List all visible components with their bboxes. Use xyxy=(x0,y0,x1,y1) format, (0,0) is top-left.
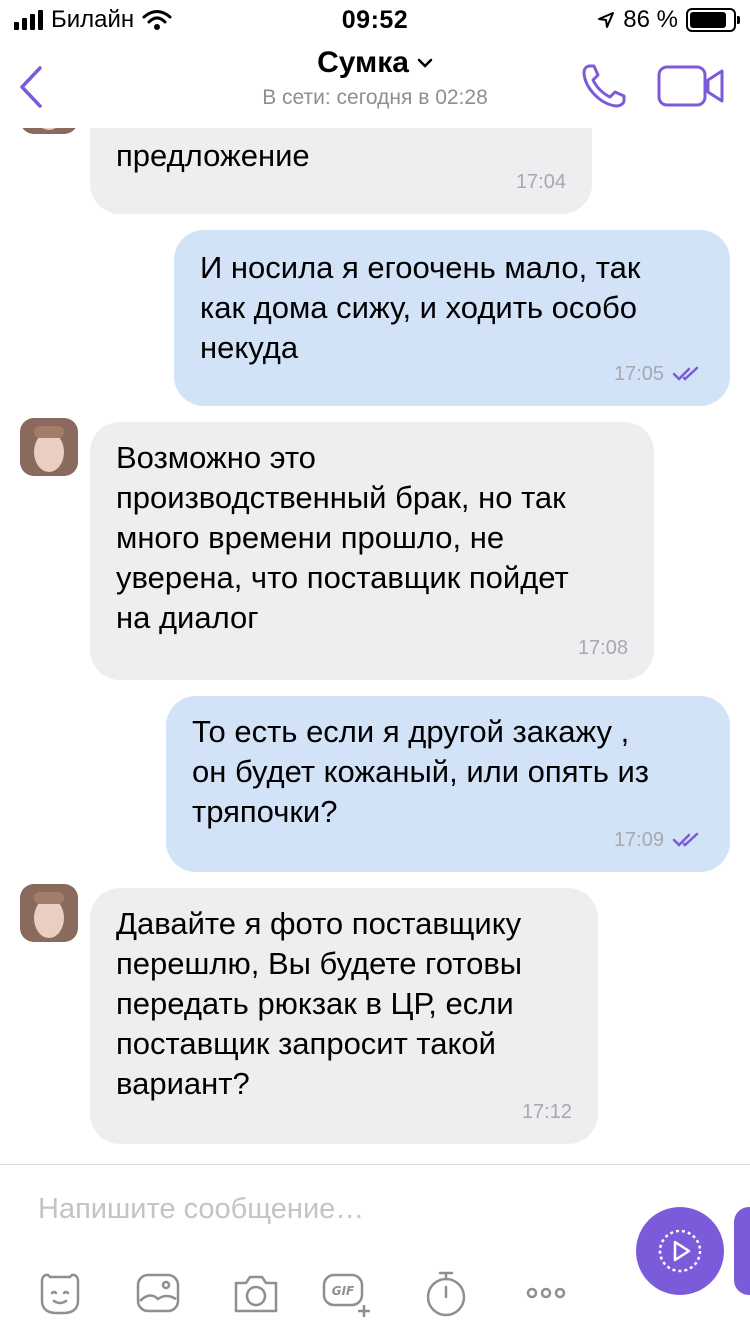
message-incoming[interactable]: Возможно это производственный брак, но т… xyxy=(90,422,654,680)
message-time: 17:08 xyxy=(577,637,628,659)
message-meta: 17:05 xyxy=(614,354,704,394)
message-composer: Напишите сообщение… GIF xyxy=(0,1164,750,1334)
battery-fill xyxy=(690,12,727,28)
message-meta: 17:09 xyxy=(614,820,704,860)
message-text: И носила я егоочень мало, так как дома с… xyxy=(200,250,641,365)
chat-title-text: Сумка xyxy=(317,46,409,79)
camera-icon[interactable] xyxy=(230,1267,282,1319)
message-meta: 17:12 xyxy=(522,1092,572,1132)
battery-icon xyxy=(686,8,740,32)
chevron-down-icon xyxy=(417,58,433,68)
message-incoming[interactable]: предложение 17:04 xyxy=(90,128,592,214)
double-check-icon xyxy=(672,366,699,381)
contact-avatar[interactable] xyxy=(20,884,78,942)
online-status: В сети: сегодня в 02:28 xyxy=(262,86,488,109)
message-meta: 17:04 xyxy=(516,162,566,202)
sticker-icon[interactable] xyxy=(34,1267,86,1319)
svg-text:GIF: GIF xyxy=(332,1284,355,1298)
message-list[interactable]: предложение 17:04 И носила я егоочень ма… xyxy=(0,128,750,1164)
phone-call-icon[interactable] xyxy=(578,60,630,112)
chat-title-area[interactable]: Сумка В сети: сегодня в 02:28 xyxy=(0,46,750,110)
message-text: То есть если я другой закажу , он будет … xyxy=(192,714,649,829)
timer-icon[interactable] xyxy=(420,1267,472,1319)
message-incoming[interactable]: Давайте я фото поставщику перешлю, Вы бу… xyxy=(90,888,598,1144)
status-right: 86 % xyxy=(597,6,740,34)
gif-icon[interactable]: GIF xyxy=(320,1267,372,1319)
message-time: 17:04 xyxy=(515,171,566,193)
message-meta: 17:08 xyxy=(578,628,628,668)
location-arrow-icon xyxy=(598,12,615,28)
message-outgoing[interactable]: То есть если я другой закажу , он будет … xyxy=(166,696,730,872)
chat-title[interactable]: Сумка xyxy=(317,46,433,80)
contact-avatar[interactable] xyxy=(20,418,78,476)
more-icon[interactable] xyxy=(520,1267,572,1319)
chat-header: Сумка В сети: сегодня в 02:28 xyxy=(0,40,750,128)
message-text: предложение xyxy=(116,138,310,173)
battery-percent: 86 % xyxy=(623,6,678,33)
message-time: 17:05 xyxy=(613,363,664,385)
message-time: 17:09 xyxy=(613,829,664,851)
message-text: Возможно это производственный брак, но т… xyxy=(116,440,569,635)
message-text: Давайте я фото поставщику перешлю, Вы бу… xyxy=(116,906,523,1101)
video-call-icon[interactable] xyxy=(656,62,726,110)
message-input[interactable]: Напишите сообщение… xyxy=(38,1193,364,1226)
composer-toolbar: GIF xyxy=(0,1265,750,1325)
message-time: 17:12 xyxy=(521,1101,572,1123)
status-bar: Билайн 09:52 86 % xyxy=(0,0,750,40)
contact-avatar[interactable] xyxy=(20,128,78,134)
gallery-icon[interactable] xyxy=(132,1267,184,1319)
message-outgoing[interactable]: И носила я егоочень мало, так как дома с… xyxy=(174,230,730,406)
double-check-icon xyxy=(672,832,699,847)
